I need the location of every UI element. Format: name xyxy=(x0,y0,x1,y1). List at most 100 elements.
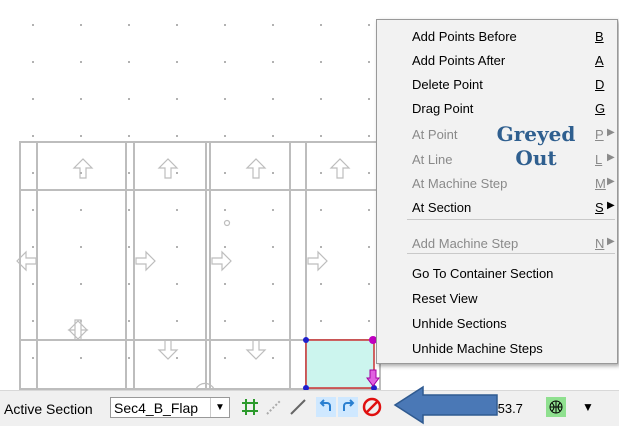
down-arrow-icon xyxy=(157,339,179,360)
cancel-button[interactable] xyxy=(362,397,382,417)
grid-dot xyxy=(368,98,370,100)
menu-item-label: Drag Point xyxy=(412,101,474,116)
grid-dot xyxy=(80,357,82,359)
menu-item[interactable]: Unhide Sections xyxy=(377,311,617,335)
chevron-down-icon[interactable]: ▼ xyxy=(210,398,229,417)
dropdown-arrow-icon: ▼ xyxy=(582,400,594,414)
grid-dot xyxy=(32,246,34,248)
right-arrow-icon xyxy=(211,250,232,272)
grid-dot xyxy=(272,246,274,248)
right-arrow-icon xyxy=(307,250,328,272)
menu-item[interactable]: Add Points Before B xyxy=(377,24,617,48)
grid-dot xyxy=(224,24,226,26)
grid-dot xyxy=(272,209,274,211)
grid-dot xyxy=(320,61,322,63)
grid-dot xyxy=(224,135,226,137)
grid-dot xyxy=(272,172,274,174)
grid-dot xyxy=(224,320,226,322)
grid-dot xyxy=(80,135,82,137)
grid-dot xyxy=(176,172,178,174)
menu-item[interactable]: Reset View xyxy=(377,286,617,310)
menu-item-accelerator: B xyxy=(595,29,604,44)
handle[interactable] xyxy=(303,337,309,343)
grid-dot xyxy=(368,209,370,211)
menu-item-accelerator: G xyxy=(595,101,606,116)
menu-item[interactable]: Add Machine Step N ▶ xyxy=(377,231,617,255)
dotted-line-button[interactable] xyxy=(264,397,284,417)
undo-button[interactable] xyxy=(316,397,336,417)
active-section-select[interactable]: Sec4_B_Flap ▼ xyxy=(110,397,230,418)
up-arrow-icon xyxy=(72,158,94,179)
menu-item-label: At Line xyxy=(412,152,453,167)
selected-section[interactable] xyxy=(305,339,375,389)
menu-item[interactable]: Unhide Machine Steps xyxy=(377,336,617,360)
menu-item[interactable]: At Section S ▶ xyxy=(377,195,617,219)
grid-dot xyxy=(224,246,226,248)
grid-dot xyxy=(320,172,322,174)
cancel-icon xyxy=(362,397,382,417)
grid-dot xyxy=(224,61,226,63)
grid-dot xyxy=(128,24,130,26)
grid-dot xyxy=(128,172,130,174)
menu-item-label: Add Points Before xyxy=(412,29,517,44)
grid-dot xyxy=(272,135,274,137)
grid-dot xyxy=(80,24,82,26)
line-icon xyxy=(290,399,306,415)
grid-dot xyxy=(176,320,178,322)
submenu-arrow-icon: ▶ xyxy=(607,176,615,187)
context-menu: Add Points Before B Add Points After A Delet… xyxy=(376,19,618,364)
grid-dot xyxy=(32,320,34,322)
menu-item-label: Add Points After xyxy=(412,53,506,68)
menu-item[interactable]: Drag Point G xyxy=(377,96,617,120)
grid-dot xyxy=(80,98,82,100)
grid-dot xyxy=(320,246,322,248)
up-arrow-icon xyxy=(245,158,267,179)
menu-separator xyxy=(407,253,615,254)
grid-dot xyxy=(128,135,130,137)
grid-button[interactable] xyxy=(240,397,260,417)
grid-dot xyxy=(32,283,34,285)
menu-item-label: At Section xyxy=(412,200,472,215)
grid-dot xyxy=(32,172,34,174)
grid-dot xyxy=(320,135,322,137)
globe-button[interactable] xyxy=(546,397,566,417)
grid-dot xyxy=(80,246,82,248)
up-arrow-icon xyxy=(329,158,351,179)
menu-item-label: Reset View xyxy=(412,291,478,306)
menu-item[interactable]: Add Points After A xyxy=(377,48,617,72)
grid-icon xyxy=(242,399,258,415)
menu-item-accelerator: A xyxy=(595,53,604,68)
redo-button[interactable] xyxy=(338,397,358,417)
menu-item-accelerator: N xyxy=(595,236,605,251)
globe-icon xyxy=(549,400,563,414)
dotted-line-icon xyxy=(266,399,282,415)
active-section-value: Sec4_B_Flap xyxy=(114,400,199,416)
line-button[interactable] xyxy=(288,397,308,417)
grid-dot xyxy=(368,246,370,248)
grid-dot xyxy=(32,98,34,100)
grid-dot xyxy=(128,98,130,100)
menu-item-label: Go To Container Section xyxy=(412,266,554,281)
grid-dot xyxy=(368,172,370,174)
annotation-line1: Greyed xyxy=(496,122,576,146)
annotation-text: Greyed Out xyxy=(486,122,586,170)
dropdown-button[interactable]: ▼ xyxy=(578,397,598,417)
grid-dot xyxy=(368,24,370,26)
grid-dot xyxy=(176,61,178,63)
fold-arrows xyxy=(16,158,351,390)
menu-item[interactable]: Go To Container Section xyxy=(377,261,617,285)
menu-item[interactable]: Delete Point D xyxy=(377,72,617,96)
grid-dot xyxy=(176,283,178,285)
grid-dot xyxy=(224,98,226,100)
grid-dot xyxy=(320,209,322,211)
grid-dot xyxy=(368,320,370,322)
grid-dot xyxy=(176,357,178,359)
menu-item-label: Unhide Sections xyxy=(412,316,507,331)
grid-dot xyxy=(272,98,274,100)
grid-dot xyxy=(368,135,370,137)
grid-dot xyxy=(32,209,34,211)
grid-dot xyxy=(368,283,370,285)
menu-item-label: Delete Point xyxy=(412,77,483,92)
menu-item[interactable]: At Machine Step M ▶ xyxy=(377,171,617,195)
grid-dot xyxy=(320,24,322,26)
